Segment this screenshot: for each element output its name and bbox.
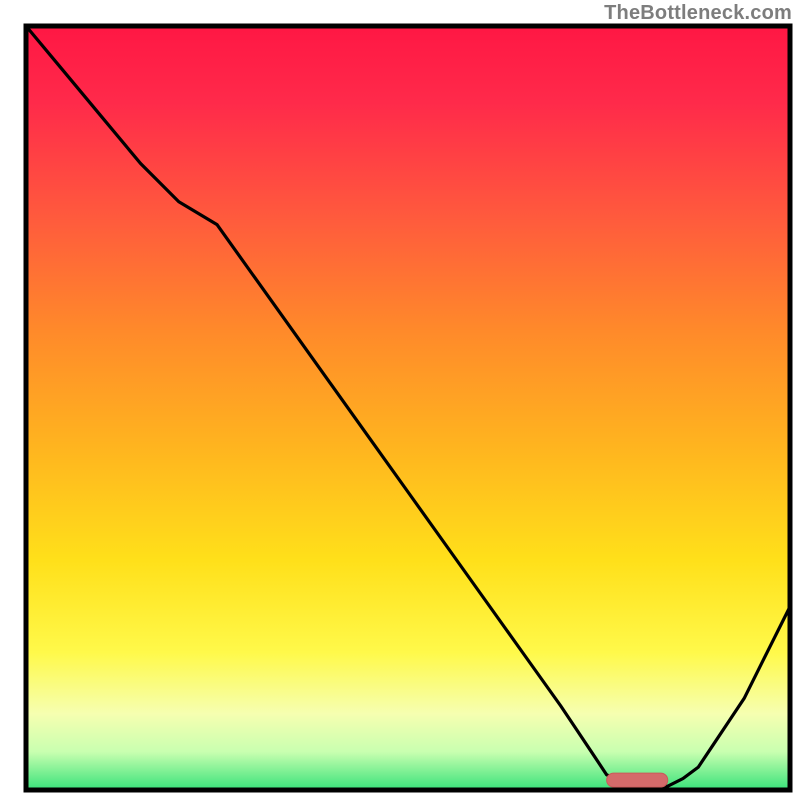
watermark-text: TheBottleneck.com	[604, 2, 792, 25]
optimal-range-marker	[607, 773, 668, 787]
chart-svg	[0, 0, 800, 800]
gradient-background	[26, 26, 790, 790]
bottleneck-chart: TheBottleneck.com	[0, 0, 800, 800]
plot-area	[26, 26, 790, 790]
